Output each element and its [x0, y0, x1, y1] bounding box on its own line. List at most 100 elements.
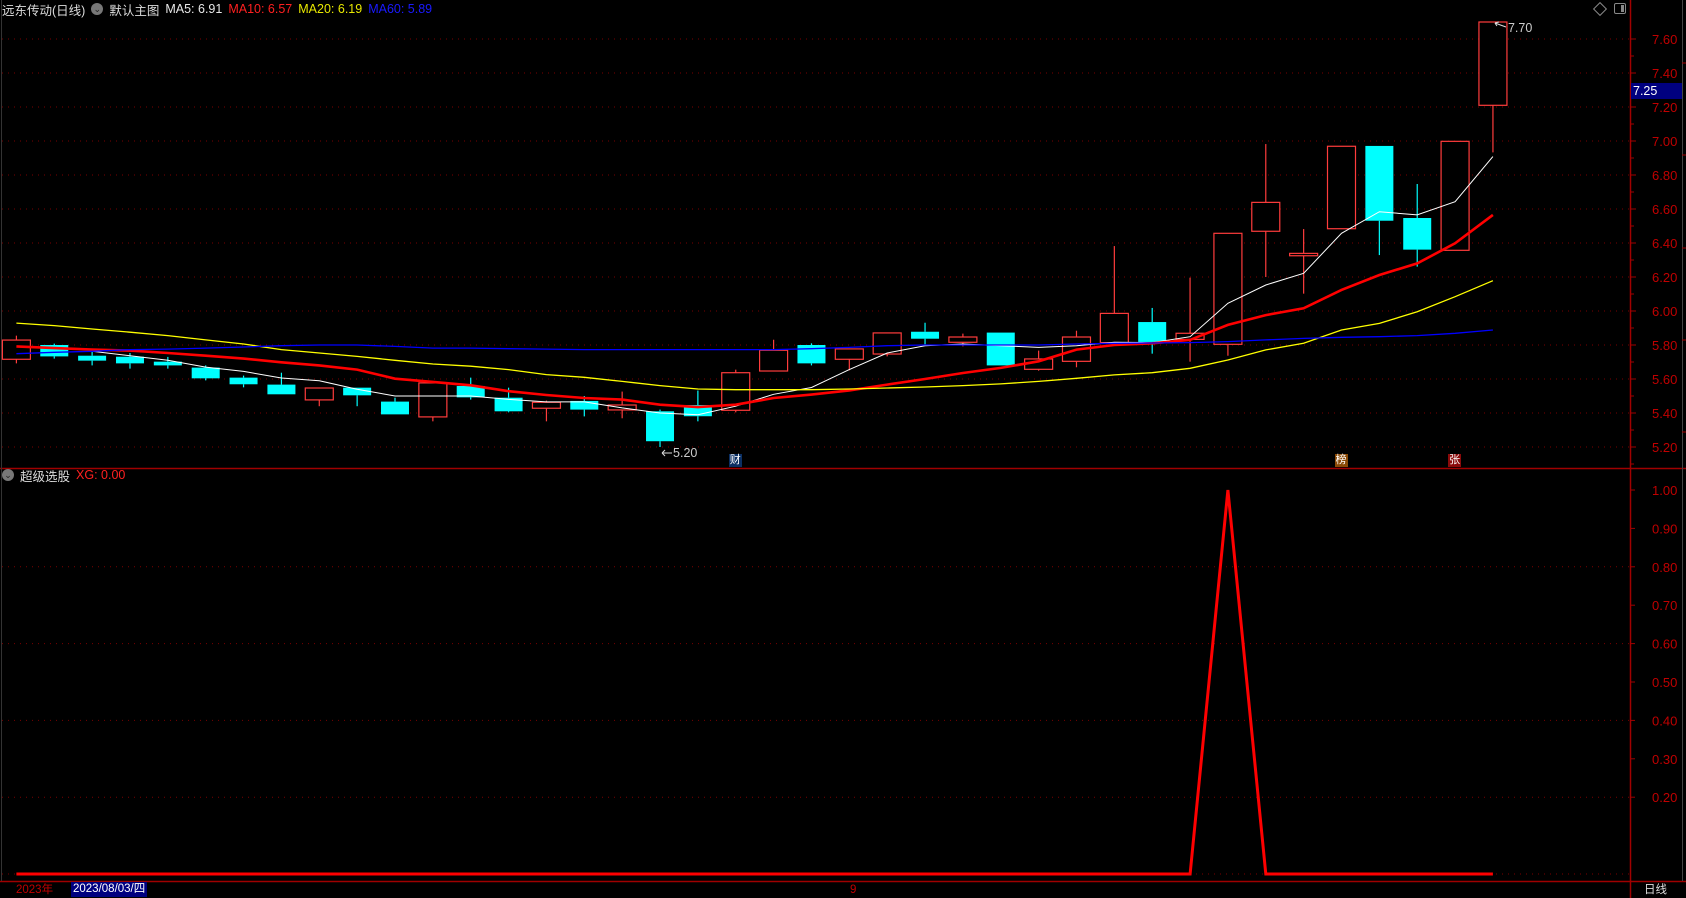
xg-line [16, 489, 1493, 876]
candle [78, 351, 107, 366]
y-tick-label: 5.40 [1652, 406, 1677, 421]
candle [418, 382, 448, 422]
candle [40, 343, 69, 359]
candle-body [986, 332, 1015, 366]
candle [646, 409, 675, 447]
current-price-tag: 7.25 [1631, 83, 1682, 99]
collapse-circle-icon[interactable]: ⌄ [91, 3, 104, 15]
stock-chart[interactable]: 7.60 7.40 7.20 7.00 6.80 6.60 6.40 6.20 6.00 5.80… [0, 0, 1686, 898]
candle [1, 335, 31, 364]
candle-body [1251, 201, 1281, 232]
sub-chart-header: ⌄ 超级选股 XG: 0.00 [2, 466, 126, 485]
low-price-label: 5.20 [673, 446, 697, 460]
y-tick-label: 0.60 [1652, 637, 1677, 652]
x-axis-month: 9 [850, 884, 857, 896]
candle [1213, 232, 1243, 356]
candle [229, 375, 258, 388]
ma5-label: MA5: 6.91 [165, 2, 223, 16]
candle [343, 387, 372, 407]
candle [1175, 277, 1205, 362]
candle [304, 387, 334, 407]
y-tick-label: 0.20 [1652, 790, 1677, 805]
y-tick-label: 5.20 [1652, 440, 1677, 455]
diamond-icon[interactable] [1592, 1, 1608, 16]
panel-toggle-icon[interactable] [1614, 3, 1626, 14]
candle-body [115, 356, 144, 364]
candle-body [948, 336, 978, 343]
candle [986, 332, 1015, 366]
candle-body [304, 387, 334, 401]
y-tick-label: 0.40 [1652, 713, 1677, 728]
indicator-name[interactable]: 超级选股 [20, 466, 70, 485]
y-tick-label: 0.70 [1652, 598, 1677, 613]
candle [911, 322, 940, 345]
candle [381, 397, 409, 415]
candle-body [1365, 145, 1394, 221]
y-tick-label: 5.80 [1652, 338, 1677, 353]
candle-body [381, 401, 409, 415]
high-price-label: 7.70 [1508, 21, 1532, 35]
candle [1138, 307, 1167, 354]
ma20-label: MA20: 6.19 [298, 2, 363, 16]
candle [758, 339, 789, 372]
candle [1403, 184, 1432, 267]
candle [1099, 246, 1129, 344]
candle-body [418, 382, 448, 418]
ma-line-ma60 [16, 329, 1493, 355]
ma-line-ma5 [92, 156, 1494, 416]
candle [607, 391, 637, 419]
candle [1440, 140, 1470, 251]
candle-body [267, 384, 296, 395]
chart-toolbar [1592, 1, 1626, 16]
x-axis-cursor-date: 2023/08/03/四 [71, 882, 148, 897]
candle-body [1099, 312, 1129, 344]
candle [797, 343, 826, 366]
main-chart-header: 远东传动(日线) ⌄ 默认主图 MA5: 6.91 MA10: 6.57 MA2… [2, 0, 433, 19]
candle [531, 400, 562, 422]
y-tick-label: 6.60 [1652, 202, 1677, 217]
candle-body [1478, 21, 1508, 106]
candle [1365, 145, 1394, 256]
ma60-label: MA60: 5.89 [368, 2, 433, 16]
y-tick-label: 0.80 [1652, 560, 1677, 575]
y-tick-label: 7.00 [1652, 134, 1677, 149]
x-axis-year: 2023年 [16, 884, 54, 896]
candle-body [1138, 322, 1167, 342]
candle [1326, 145, 1357, 230]
y-tick-label: 6.80 [1652, 168, 1677, 183]
stock-name: 远东传动(日线) [2, 3, 86, 18]
y-tick-label: 1.00 [1652, 483, 1677, 498]
candle [1478, 21, 1508, 153]
y-tick-label: 0.90 [1652, 521, 1677, 536]
candle-body [531, 401, 562, 409]
template-selector[interactable]: 默认主图 [109, 0, 159, 19]
collapse-circle-icon[interactable]: ⌄ [2, 469, 14, 481]
candle-body [78, 355, 107, 361]
y-tick-label: 6.00 [1652, 304, 1677, 319]
candle [191, 365, 220, 381]
candle-body [1403, 218, 1432, 250]
candle-body [758, 349, 789, 372]
event-badge[interactable]: 榜 [1334, 454, 1348, 467]
candle [1289, 229, 1319, 294]
y-tick-label: 7.60 [1652, 32, 1677, 47]
candle [1251, 144, 1281, 277]
event-badge[interactable]: 张 [1448, 454, 1462, 467]
candle-body [191, 367, 220, 379]
event-badge[interactable]: 财 [728, 454, 742, 467]
candle-body [646, 411, 675, 442]
y-tick-label: 6.20 [1652, 270, 1677, 285]
ma-line-ma20 [16, 280, 1494, 391]
y-tick-label: 7.40 [1652, 66, 1677, 81]
xg-value: XG: 0.00 [76, 468, 126, 482]
candle-body [834, 348, 864, 360]
candle-body [911, 331, 940, 339]
y-tick-label: 7.20 [1652, 100, 1677, 115]
period-label[interactable]: 日线 [1644, 884, 1667, 897]
candle [834, 348, 864, 371]
candle-body [1289, 252, 1319, 257]
low-arrow-icon [661, 449, 673, 457]
y-tick-label: 0.50 [1652, 675, 1677, 690]
y-tick-label: 0.30 [1652, 752, 1677, 767]
candle-body [229, 377, 258, 385]
